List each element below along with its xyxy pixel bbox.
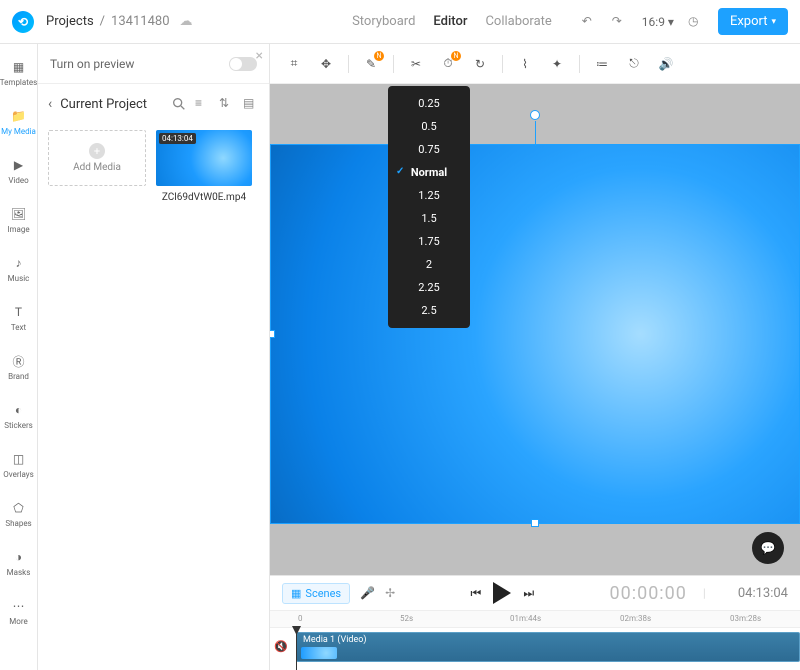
breadcrumb-root[interactable]: Projects xyxy=(46,14,94,29)
back-icon[interactable]: ‹ xyxy=(48,96,52,112)
help-chat-icon[interactable]: 💬 xyxy=(752,532,784,564)
speed-option[interactable]: 1.75 xyxy=(388,230,470,253)
app-logo[interactable]: ⟲ xyxy=(12,11,34,33)
rail-video[interactable]: ▶Video xyxy=(0,152,37,189)
stickers-icon: ◐ xyxy=(10,401,28,419)
adjust-icon[interactable]: ✎ xyxy=(357,50,385,78)
tab-collaborate[interactable]: Collaborate xyxy=(485,14,551,29)
speed-icon[interactable]: ⏱ xyxy=(434,50,462,78)
panel-title: Current Project xyxy=(60,97,163,112)
crop-icon[interactable]: ⌗ xyxy=(280,50,308,78)
rotate-handle[interactable] xyxy=(530,110,540,120)
speed-option[interactable]: 0.25 xyxy=(388,92,470,115)
align-icon[interactable]: ≔ xyxy=(588,50,616,78)
rail-shapes[interactable]: ⬠Shapes xyxy=(0,495,37,532)
aspect-ratio-selector[interactable]: 16:9 ▾ xyxy=(642,15,674,29)
tab-editor[interactable]: Editor xyxy=(433,14,467,29)
next-frame-icon[interactable]: ⏭ xyxy=(523,586,534,601)
prev-frame-icon[interactable]: ⏮ xyxy=(471,586,482,601)
shapes-icon: ⬠ xyxy=(10,499,28,517)
scenes-button[interactable]: ▦ Scenes xyxy=(282,583,350,604)
speed-option[interactable]: 1.5 xyxy=(388,207,470,230)
templates-icon: ▦ xyxy=(10,58,28,76)
plus-icon: + xyxy=(89,143,105,159)
rail-music[interactable]: ♪Music xyxy=(0,250,37,287)
canvas-area[interactable]: 0.25 0.5 0.75 Normal 1.25 1.5 1.75 2 2.2… xyxy=(270,84,800,575)
speed-option[interactable]: 1.25 xyxy=(388,184,470,207)
current-time: 00:00:00 xyxy=(609,583,686,604)
thumbnail-filename: ZCl69dVtW0E.mp4 xyxy=(156,192,252,203)
track-label: Media 1 (Video) xyxy=(303,635,367,645)
rail-image[interactable]: 🖼Image xyxy=(0,201,37,238)
selected-clip[interactable] xyxy=(270,144,800,524)
rotate-icon[interactable]: ↻ xyxy=(466,50,494,78)
music-icon: ♪ xyxy=(10,254,28,272)
rail-templates[interactable]: ▦Templates xyxy=(0,54,37,91)
playhead[interactable] xyxy=(296,628,297,670)
resize-handle-w[interactable] xyxy=(270,330,275,338)
speed-option[interactable]: 2.25 xyxy=(388,276,470,299)
split-icon[interactable]: ⌇ xyxy=(511,50,539,78)
filter-timeline-icon[interactable]: ✢ xyxy=(385,586,395,600)
speed-option[interactable]: 2 xyxy=(388,253,470,276)
video-icon: ▶ xyxy=(10,156,28,174)
speed-dropdown: 0.25 0.5 0.75 Normal 1.25 1.5 1.75 2 2.2… xyxy=(388,86,470,328)
media-thumbnail[interactable]: 04:13:04 ZCl69dVtW0E.mp4 xyxy=(156,130,252,203)
history-icon[interactable]: ◷ xyxy=(688,14,704,30)
more-icon: ⋯ xyxy=(10,597,28,615)
timeline-ruler[interactable]: 0 52s 01m:44s 02m:38s 03m:28s xyxy=(270,610,800,628)
preview-toggle-label: Turn on preview xyxy=(50,57,134,71)
cut-icon[interactable]: ✂ xyxy=(402,50,430,78)
rail-more[interactable]: ⋯More xyxy=(0,593,37,630)
text-icon: T xyxy=(10,303,28,321)
add-media-button[interactable]: + Add Media xyxy=(48,130,146,186)
export-button[interactable]: Export ▾ xyxy=(718,8,788,35)
play-button[interactable] xyxy=(493,582,511,604)
rail-my-media[interactable]: 📁My Media xyxy=(0,103,37,140)
tab-storyboard[interactable]: Storyboard xyxy=(352,14,415,29)
cloud-sync-icon[interactable]: ☁ xyxy=(180,14,193,29)
speed-option[interactable]: 0.75 xyxy=(388,138,470,161)
redo-icon[interactable]: ↷ xyxy=(612,14,628,30)
filter-icon[interactable]: ≡ xyxy=(195,96,211,112)
track-mute-icon[interactable]: 🔇 xyxy=(274,640,288,653)
magic-icon[interactable]: ✦ xyxy=(543,50,571,78)
mic-icon[interactable]: 🎤 xyxy=(360,586,375,600)
thumbnail-duration: 04:13:04 xyxy=(159,133,196,144)
search-icon[interactable] xyxy=(171,96,187,112)
project-id[interactable]: 13411480 xyxy=(111,14,169,29)
preview-toggle[interactable] xyxy=(229,57,257,71)
thumbnail-image: 04:13:04 xyxy=(156,130,252,186)
move-icon[interactable]: ✥ xyxy=(312,50,340,78)
image-icon: 🖼 xyxy=(10,205,28,223)
rail-stickers[interactable]: ◐Stickers xyxy=(0,397,37,434)
sort-icon[interactable]: ⇅ xyxy=(219,96,235,112)
rail-masks[interactable]: ◑Masks xyxy=(0,544,37,581)
rail-text[interactable]: TText xyxy=(0,299,37,336)
speed-option-selected[interactable]: Normal xyxy=(388,161,470,184)
masks-icon: ◑ xyxy=(10,548,28,566)
speed-option[interactable]: 0.5 xyxy=(388,115,470,138)
overlays-icon: ◫ xyxy=(10,450,28,468)
volume-icon[interactable]: 🔊 xyxy=(652,50,680,78)
link-icon[interactable]: ⎋ xyxy=(620,50,648,78)
video-track[interactable]: Media 1 (Video) xyxy=(296,632,800,662)
resize-handle-s[interactable] xyxy=(531,519,539,527)
rail-overlays[interactable]: ◫Overlays xyxy=(0,446,37,483)
breadcrumb: Projects / 13411480 ☁ xyxy=(46,14,193,29)
total-duration: 04:13:04 xyxy=(738,586,788,601)
undo-icon[interactable]: ↶ xyxy=(582,14,598,30)
brand-icon: Ⓡ xyxy=(10,352,28,370)
editor-toolbar: ⌗ ✥ ✎ ✂ ⏱ ↻ ⌇ ✦ ≔ ⎋ 🔊 xyxy=(270,44,800,84)
speed-option[interactable]: 2.5 xyxy=(388,299,470,322)
rail-brand[interactable]: ⓇBrand xyxy=(0,348,37,385)
layout-icon[interactable]: ▤ xyxy=(243,96,259,112)
track-clip-thumb xyxy=(301,647,337,659)
folder-icon: 📁 xyxy=(10,107,28,125)
